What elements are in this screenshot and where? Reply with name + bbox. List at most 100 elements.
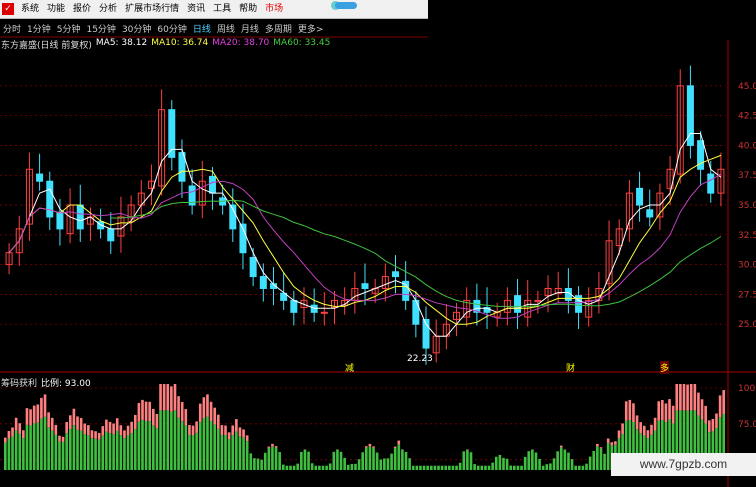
profit-bar [206, 394, 209, 417]
profit-bar [614, 441, 617, 445]
chip-bar [343, 457, 346, 470]
chip-bar [155, 428, 159, 470]
chip-bar [50, 430, 54, 470]
profit-bar [271, 443, 274, 447]
chip-bar [303, 449, 307, 470]
profit-bar [32, 405, 36, 424]
chip-bar [556, 451, 559, 470]
chip-bar [191, 435, 195, 470]
candle-body [534, 299, 542, 302]
chip-bar [177, 417, 180, 470]
profit-bar [224, 425, 227, 436]
profit-bar [133, 414, 137, 429]
chip-bar [112, 434, 115, 470]
profit-bar [596, 443, 599, 447]
chip-bar [455, 465, 458, 470]
profit-bar [43, 394, 47, 417]
profit-bar [68, 415, 72, 430]
chip-bar [173, 410, 177, 470]
chip-bar [527, 451, 531, 470]
candle-body [249, 256, 257, 278]
event-marker-multi[interactable]: 多 [660, 361, 670, 374]
profit-bar [642, 425, 646, 436]
profit-bar [47, 412, 50, 428]
chip-bar [260, 459, 263, 470]
chip-bar [415, 465, 419, 470]
profit-bar [372, 446, 375, 448]
chip-bar [574, 465, 577, 470]
profit-bar [137, 402, 141, 422]
profit-bar [112, 423, 115, 435]
candle-body [107, 228, 115, 242]
profit-bar [108, 421, 112, 434]
profit-bar [220, 425, 224, 436]
chip-bar [433, 465, 437, 470]
profit-bar [213, 407, 216, 425]
chip-bar [253, 458, 256, 470]
chip-bar [473, 464, 476, 470]
chip-bar [585, 463, 588, 470]
candle-body [514, 295, 522, 313]
chip-bar [513, 465, 516, 470]
profit-bar [72, 408, 76, 426]
price-axis-label: 37.50 [738, 171, 756, 181]
profit-bar [119, 425, 123, 436]
chip-bar [411, 465, 415, 470]
chip-bar [119, 435, 123, 470]
chip-bar [144, 420, 148, 470]
chip-bar [271, 446, 274, 470]
chip-bar [238, 436, 242, 470]
chip-bar [87, 435, 90, 470]
profit-bar [173, 384, 177, 411]
chip-bar [534, 452, 538, 470]
chip-bar [141, 419, 144, 470]
profit-bar [87, 425, 90, 436]
profit-bar [155, 413, 159, 429]
chip-bar [397, 444, 401, 470]
price-chart[interactable]: 45.00 42.50 40.00 37.50 35.00 32.50 30.00 27.50… [0, 0, 756, 487]
profit-bar [664, 403, 668, 423]
chip-bar [220, 435, 224, 470]
event-marker-finance[interactable]: 财 [566, 361, 575, 374]
chip-bar [559, 447, 563, 470]
chip-bar [166, 410, 170, 470]
profit-bar [235, 419, 238, 432]
low-price-label: 22.23 [407, 354, 433, 364]
chip-bar [281, 464, 285, 470]
chip-bar [249, 453, 253, 470]
candle-body [290, 299, 298, 313]
chip-bar [18, 433, 22, 470]
profit-bar [599, 447, 603, 449]
chip-bar [509, 465, 513, 470]
chip-bar [209, 421, 213, 470]
profit-bar [682, 384, 686, 411]
chip-bar [592, 450, 596, 470]
profit-bar [90, 430, 94, 439]
chip-bar [126, 435, 130, 470]
profit-bar [718, 395, 722, 418]
chip-bar [278, 452, 281, 470]
profit-bar [101, 426, 105, 436]
event-marker-reduce[interactable]: 减 [345, 361, 354, 374]
profit-bar [105, 419, 108, 432]
chip-bar [570, 459, 574, 470]
chip-bar [54, 434, 58, 470]
chip-bar [274, 447, 278, 470]
profit-bar [29, 409, 32, 426]
chip-bar [7, 438, 11, 470]
profit-bar [624, 401, 628, 421]
chip-bar [94, 438, 97, 470]
profit-bar [646, 430, 650, 439]
chip-bar [198, 422, 202, 470]
watermark: www.7gpzb.com [611, 453, 756, 476]
chip-bar [267, 447, 271, 470]
chip-bar [462, 451, 466, 470]
profit-bar [162, 384, 166, 411]
chip-bar [108, 433, 112, 470]
profit-bar [170, 386, 173, 412]
profit-bar [126, 425, 130, 436]
chip-bar [300, 451, 303, 470]
price-axis-label: 35.00 [738, 201, 756, 211]
chip-bar [68, 429, 72, 470]
chip-bar [83, 434, 87, 470]
